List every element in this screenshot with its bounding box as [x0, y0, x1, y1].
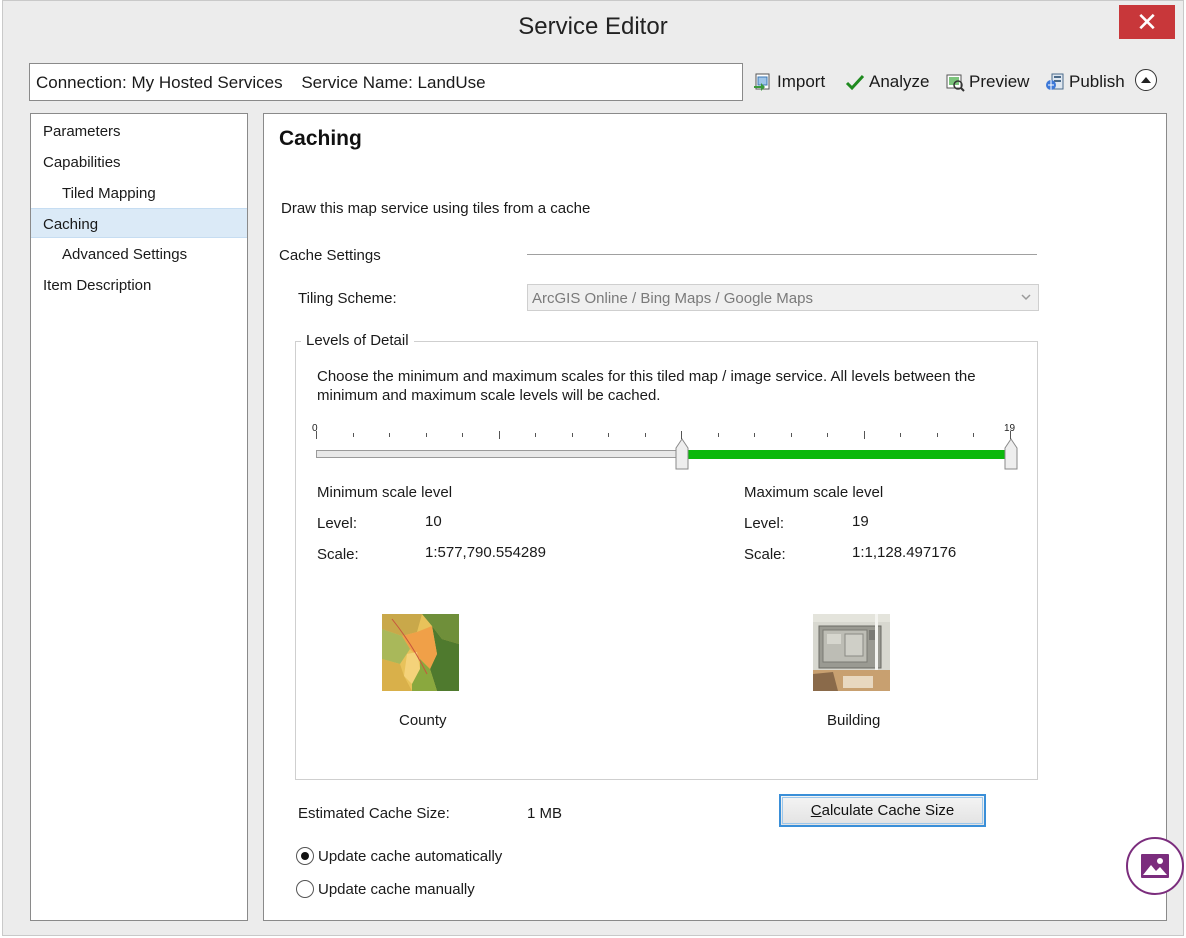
slider-track-unselected	[316, 450, 682, 458]
sidebar-item-tiled-mapping[interactable]: Tiled Mapping	[31, 178, 247, 208]
analyze-button[interactable]: Analyze	[845, 70, 929, 94]
service-editor-window: Service Editor ✕ Connection: My Hosted S…	[2, 0, 1184, 936]
slider-tick	[316, 431, 317, 439]
calculate-mnemonic: C	[810, 802, 822, 819]
preview-button[interactable]: Preview	[945, 70, 1029, 94]
import-button[interactable]: Import	[753, 70, 825, 94]
calculate-cache-size-button[interactable]: Calculate Cache Size	[779, 794, 986, 827]
minimum-scale-heading: Minimum scale level	[317, 484, 453, 501]
tiling-scheme-label: Tiling Scheme:	[298, 290, 397, 307]
slider-tick	[863, 431, 865, 439]
publish-icon	[1046, 73, 1064, 90]
levels-of-detail-legend: Levels of Detail	[301, 332, 414, 349]
slider-tick	[717, 433, 719, 437]
sidebar-item-capabilities[interactable]: Capabilities	[31, 147, 247, 177]
image-icon[interactable]	[1126, 837, 1184, 895]
slider-tick	[644, 433, 646, 437]
close-button[interactable]: ✕	[1119, 5, 1175, 39]
slider-tick	[608, 433, 610, 437]
min-scale-label: Scale:	[317, 546, 359, 563]
slider-max-thumb[interactable]	[1004, 438, 1018, 470]
building-map-thumbnail	[813, 614, 890, 691]
slider-tick	[389, 433, 391, 437]
calculate-label: alculate Cache Size	[821, 802, 955, 819]
update-automatically-radio[interactable]	[296, 847, 314, 865]
max-level-label: Level:	[744, 515, 785, 532]
slider-tick	[352, 433, 354, 437]
slider-tick	[936, 433, 938, 437]
min-level-value: 10	[425, 513, 442, 530]
publish-button[interactable]: Publish	[1045, 70, 1125, 94]
lod-description-line1: Choose the minimum and maximum scales fo…	[317, 368, 976, 385]
window-title: Service Editor	[518, 13, 668, 40]
preview-icon	[946, 74, 965, 92]
max-level-value: 19	[852, 513, 869, 530]
min-scale-value: 1:577,790.554289	[425, 544, 546, 561]
navigation-sidebar: Parameters Capabilities Tiled Mapping Ca…	[30, 113, 248, 921]
slider-track-selected	[681, 450, 1010, 459]
draw-option-text: Draw this map service using tiles from a…	[281, 200, 591, 217]
sidebar-item-parameters[interactable]: Parameters	[31, 116, 247, 146]
slider-tick	[754, 433, 756, 437]
slider-tick	[681, 431, 683, 439]
slider-tick	[973, 433, 975, 437]
checkmark-icon	[845, 74, 865, 91]
update-automatically-label[interactable]: Update cache automatically	[318, 848, 502, 865]
chevron-down-icon	[1021, 294, 1031, 301]
slider-tick	[571, 433, 573, 437]
preview-label: Preview	[969, 72, 1030, 91]
import-icon	[754, 73, 770, 91]
county-caption: County	[399, 712, 447, 729]
picture-icon	[1141, 854, 1169, 878]
min-level-label: Level:	[317, 515, 358, 532]
building-caption: Building	[827, 712, 881, 729]
slider-tick	[900, 433, 902, 437]
slider-tick	[827, 433, 829, 437]
connection-field[interactable]: Connection: My Hosted Services Service N…	[29, 63, 743, 101]
page-title: Caching	[279, 127, 362, 150]
service-name-text: Service Name: LandUse	[301, 73, 486, 92]
radio-selected-dot	[301, 852, 309, 860]
scale-range-slider[interactable]: 0 19	[312, 419, 1024, 479]
max-scale-value: 1:1,128.497176	[852, 544, 957, 561]
section-divider	[527, 254, 1037, 255]
slider-tick	[462, 433, 464, 437]
maximum-scale-heading: Maximum scale level	[744, 484, 884, 501]
update-manually-radio[interactable]	[296, 880, 314, 898]
connection-text: Connection: My Hosted Services	[36, 73, 283, 92]
slider-tick	[425, 433, 427, 437]
sidebar-item-advanced-settings[interactable]: Advanced Settings	[31, 239, 247, 269]
sidebar-item-item-description[interactable]: Item Description	[31, 270, 247, 300]
analyze-label: Analyze	[869, 72, 930, 91]
max-scale-label: Scale:	[744, 546, 786, 563]
slider-tick	[1010, 431, 1011, 439]
import-label: Import	[777, 72, 826, 91]
cache-settings-label: Cache Settings	[279, 247, 381, 264]
caching-panel: Caching Draw this map service using tile…	[263, 113, 1167, 921]
slider-tick	[790, 433, 792, 437]
estimated-cache-size-value: 1 MB	[527, 805, 563, 822]
slider-tick	[535, 433, 537, 437]
lod-description-line2: minimum and maximum scale levels will be…	[317, 387, 661, 404]
collapse-toolbar-button[interactable]	[1135, 69, 1157, 91]
chevron-up-icon	[1141, 77, 1151, 83]
sidebar-item-caching[interactable]: Caching	[31, 208, 247, 238]
tiling-scheme-value: ArcGIS Online / Bing Maps / Google Maps	[532, 290, 813, 307]
slider-tick	[498, 431, 500, 439]
county-map-thumbnail	[382, 614, 459, 691]
estimated-cache-size-label: Estimated Cache Size:	[298, 805, 450, 822]
update-manually-label[interactable]: Update cache manually	[318, 881, 475, 898]
publish-label: Publish	[1069, 72, 1125, 91]
slider-min-thumb[interactable]	[675, 438, 689, 470]
tiling-scheme-select[interactable]: ArcGIS Online / Bing Maps / Google Maps	[527, 284, 1039, 311]
